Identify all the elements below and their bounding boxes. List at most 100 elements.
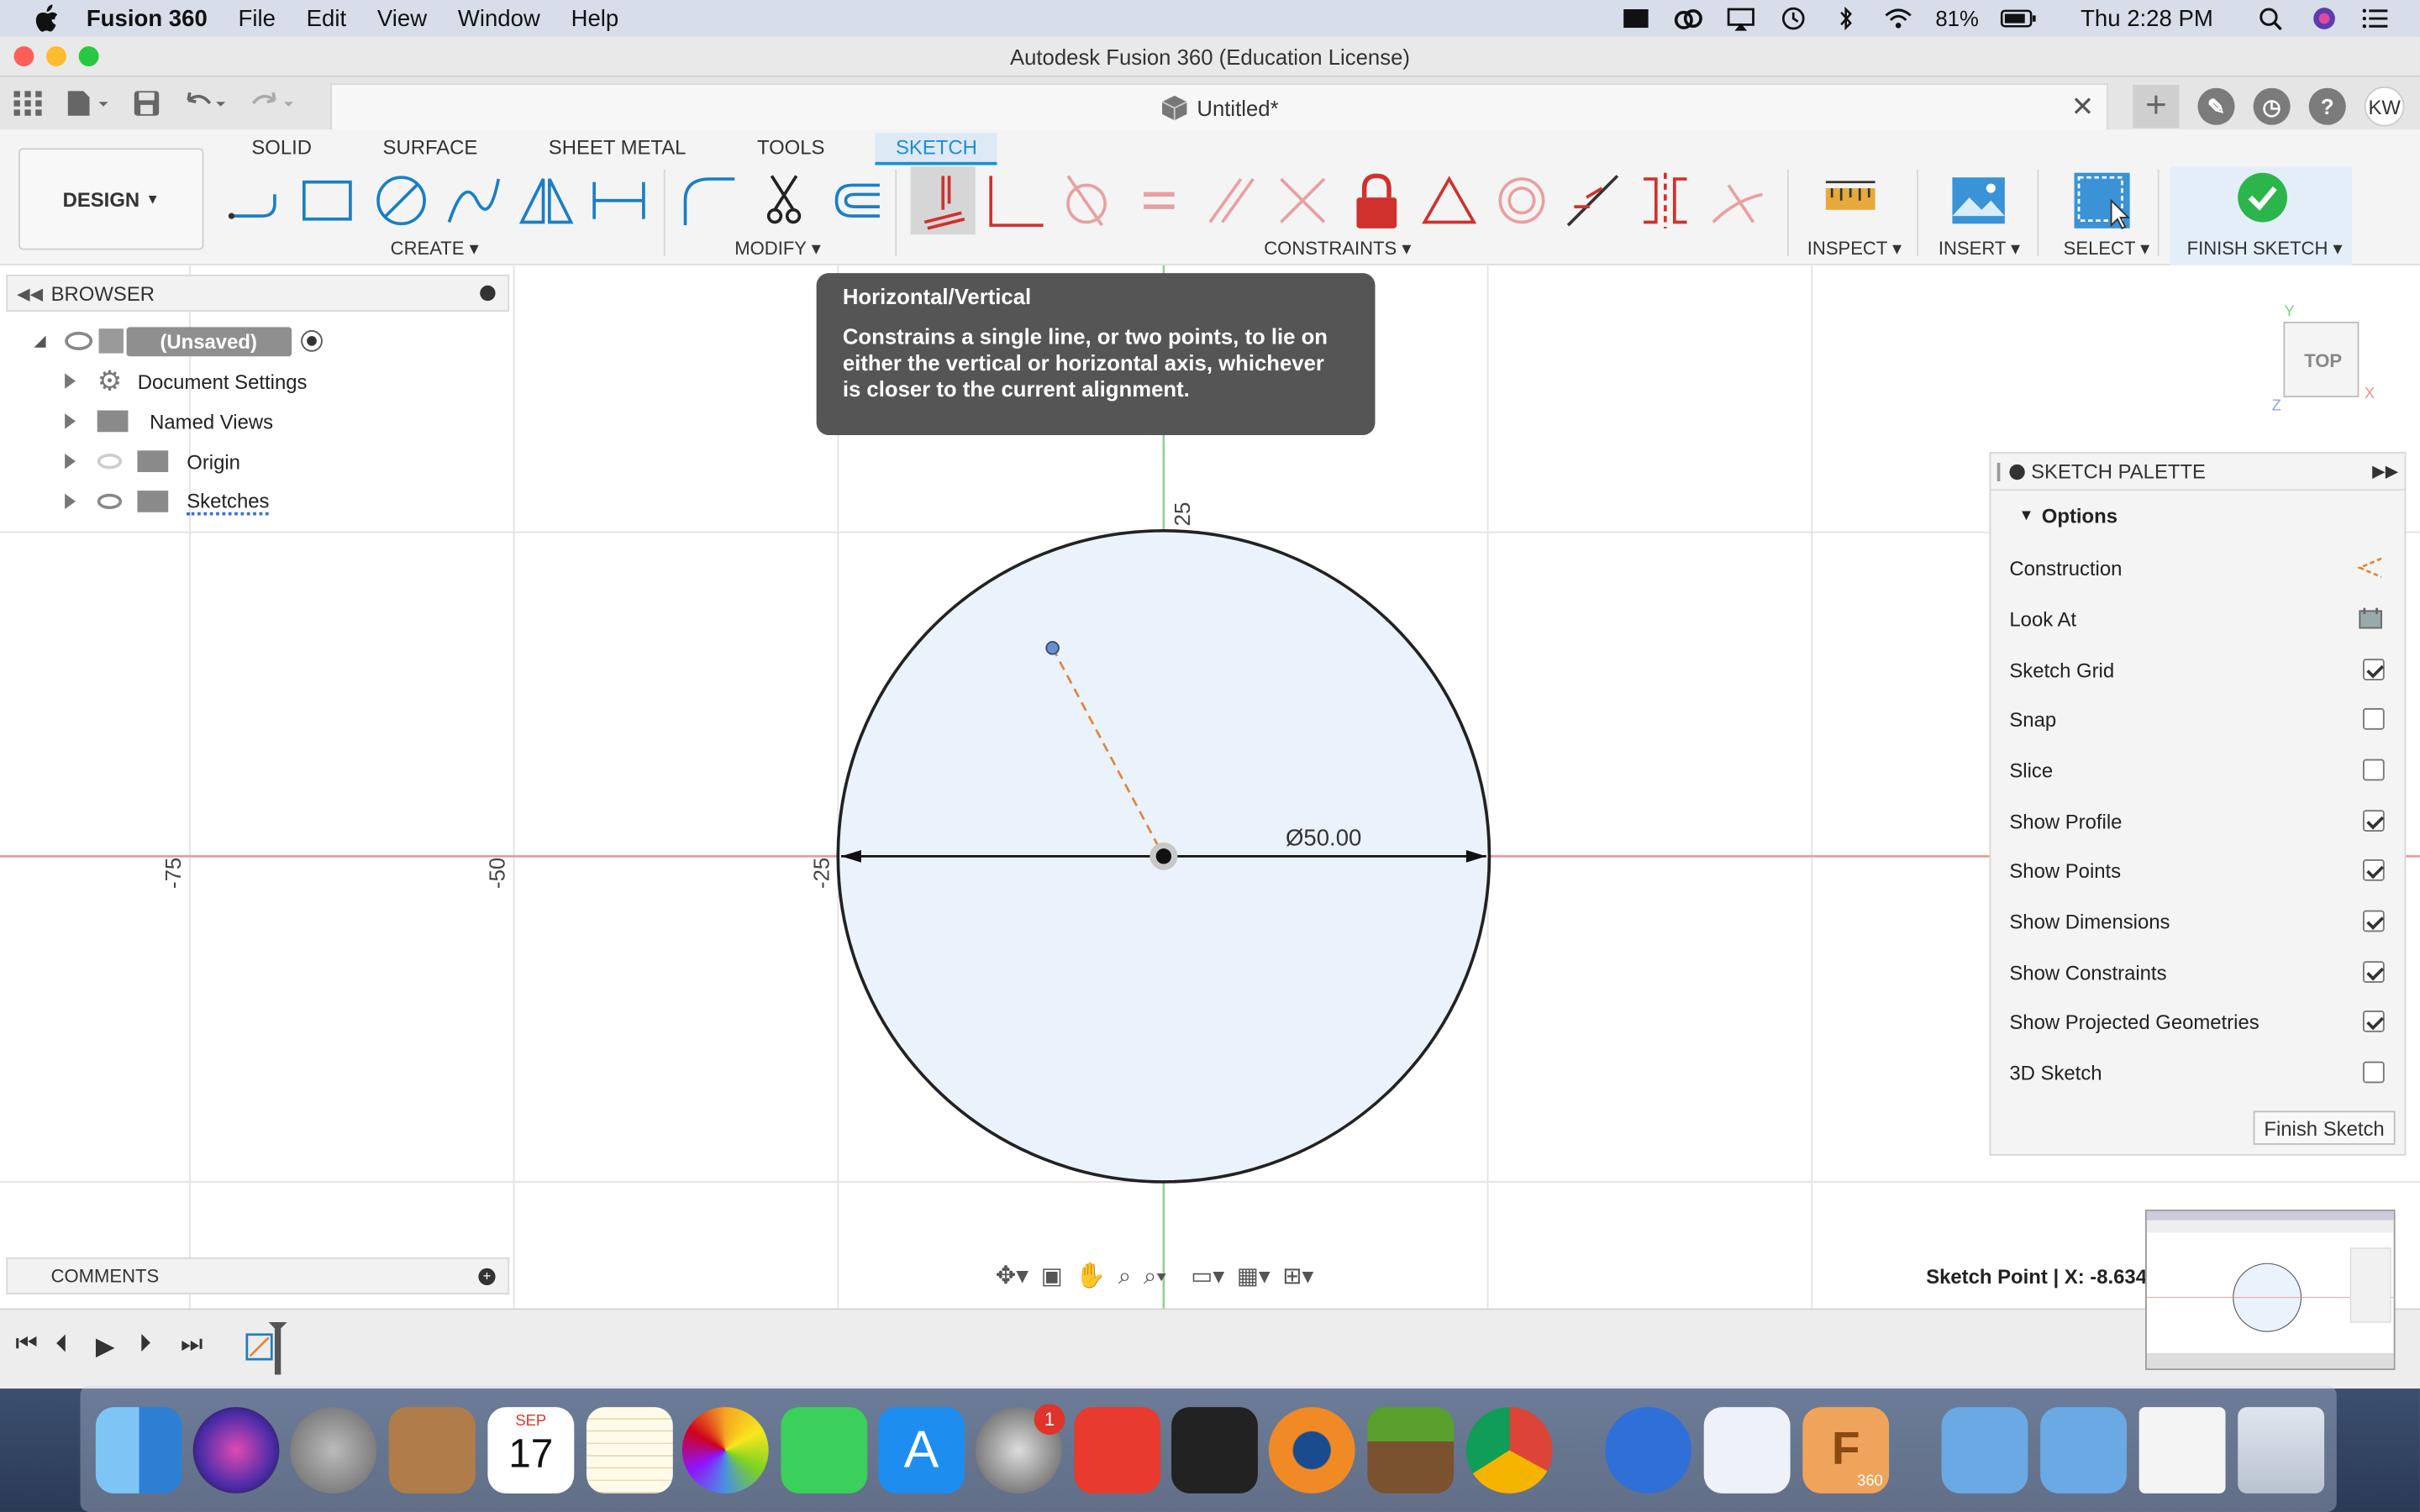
workspace-switcher-button[interactable]: DESIGN ▼ — [18, 148, 204, 250]
trim-tool-icon[interactable] — [753, 170, 814, 231]
trash-dock-icon[interactable] — [2238, 1407, 2325, 1494]
apple-icon[interactable] — [34, 4, 58, 33]
sketch-dimension-icon[interactable] — [588, 170, 650, 231]
battery-icon[interactable] — [2001, 6, 2038, 30]
hidden-eye-icon[interactable] — [97, 453, 123, 470]
options-section-header[interactable]: ▼ Options — [1991, 491, 2404, 528]
launchpad-dock-icon[interactable] — [290, 1407, 377, 1494]
fit-zoom-icon[interactable]: ⌕▾ — [1144, 1263, 1166, 1289]
play-icon[interactable]: ▶ — [96, 1331, 115, 1362]
job-status-icon[interactable]: ◷ — [2253, 87, 2291, 125]
menu-help[interactable]: Help — [571, 5, 619, 31]
zoom-icon[interactable]: ⌕ — [1118, 1263, 1131, 1289]
palette-row-show-points[interactable]: Show Points — [2009, 855, 2392, 886]
concentric-constraint-icon[interactable] — [1491, 170, 1552, 231]
palette-row-show-projected-geometries[interactable]: Show Projected Geometries — [2009, 1006, 2392, 1037]
symmetry-constraint-icon[interactable] — [1634, 170, 1696, 231]
browser-item-origin[interactable]: Origin — [65, 444, 240, 478]
user-avatar[interactable]: KW — [2364, 86, 2405, 127]
insert-image-icon[interactable] — [1948, 170, 2009, 231]
browser-root-item[interactable]: ◢ (Unsaved) — [34, 324, 323, 358]
creative-cloud-icon[interactable] — [1673, 6, 1704, 30]
menu-view[interactable]: View — [377, 5, 427, 31]
eye-icon[interactable] — [64, 331, 92, 350]
select-group-label[interactable]: SELECT ▾ — [2064, 238, 2150, 260]
redo-icon[interactable] — [250, 90, 297, 118]
sketch-grid-checkbox[interactable] — [2362, 659, 2385, 680]
extensions-icon[interactable]: ✎ — [2197, 87, 2235, 125]
downloads-folder-dock-icon[interactable] — [1941, 1407, 2028, 1494]
menu-edit[interactable]: Edit — [307, 5, 346, 31]
fix-constraint-lock-icon[interactable] — [1346, 170, 1407, 231]
select-window-icon[interactable] — [2071, 170, 2133, 231]
file-menu-icon[interactable] — [65, 90, 111, 118]
new-tab-button[interactable]: + — [2133, 85, 2180, 129]
fillet-tool-icon[interactable] — [679, 170, 740, 231]
wifi-icon[interactable] — [1883, 6, 1914, 30]
tab-surface[interactable]: SURFACE — [363, 133, 498, 165]
palette-row-sketch-grid[interactable]: Sketch Grid — [2009, 654, 2392, 685]
notification-center-icon[interactable] — [2361, 6, 2392, 30]
go-to-end-icon[interactable]: ⏭ — [181, 1331, 203, 1359]
create-group-label[interactable]: CREATE ▾ — [391, 238, 479, 260]
palette-row-show-constraints[interactable]: Show Constraints — [2009, 957, 2392, 988]
finish-sketch-button[interactable]: Finish Sketch — [2253, 1110, 2396, 1145]
expand-arrow-icon[interactable] — [65, 493, 76, 510]
step-back-icon[interactable]: ⏴ — [55, 1331, 68, 1359]
collapse-triangle-icon[interactable]: ◢ — [34, 333, 45, 349]
activate-radio-icon[interactable] — [300, 330, 323, 352]
menu-app-name[interactable]: Fusion 360 — [87, 5, 208, 31]
offset-tool-icon[interactable] — [824, 170, 886, 231]
show-profile-checkbox[interactable] — [2362, 810, 2385, 832]
show-dimensions-checkbox[interactable] — [2362, 910, 2385, 932]
undo-icon[interactable] — [182, 90, 229, 118]
numbers-chart-dock-icon[interactable] — [1703, 1407, 1791, 1494]
insert-group-label[interactable]: INSERT ▾ — [1939, 238, 2020, 260]
zoom-window-button[interactable] — [78, 46, 99, 66]
circle-tool-icon[interactable] — [371, 170, 432, 231]
step-forward-icon[interactable]: ⏵ — [139, 1331, 151, 1359]
viewports-icon[interactable]: ⊞▾ — [1282, 1262, 1313, 1289]
notes-dock-icon[interactable] — [586, 1407, 673, 1494]
midpoint-constraint-icon[interactable] — [1418, 170, 1480, 231]
options-collapse-icon[interactable]: ▼ — [2018, 507, 2033, 524]
menu-window[interactable]: Window — [458, 5, 540, 31]
palette-expand-icon[interactable]: ▶▶ — [2372, 461, 2398, 481]
browser-panel-header[interactable]: ◀◀ BROWSER — [6, 274, 510, 312]
sketch-palette-header[interactable]: SKETCH PALETTE ▶▶ — [1991, 454, 2405, 491]
tab-solid[interactable]: SOLID — [232, 133, 332, 165]
look-at-nav-icon[interactable]: ▣ — [1041, 1262, 1063, 1289]
look-at-icon[interactable] — [2357, 606, 2385, 631]
add-comment-icon[interactable]: + — [478, 1267, 496, 1285]
tangent-constraint-icon[interactable] — [1055, 170, 1117, 231]
screenshot-stack-dock-icon[interactable] — [2139, 1407, 2226, 1494]
window-preview-thumbnail[interactable] — [2145, 1209, 2396, 1370]
show-constraints-checkbox[interactable] — [2362, 961, 2385, 983]
notes-status-icon[interactable] — [1621, 6, 1652, 30]
browser-minus-icon[interactable] — [480, 285, 496, 302]
collapse-browser-icon[interactable]: ◀◀ — [17, 283, 43, 303]
airplay-icon[interactable] — [1726, 6, 1757, 31]
siri-dock-icon[interactable] — [192, 1407, 280, 1494]
browser-item-sketches[interactable]: Sketches — [65, 485, 270, 518]
go-to-start-icon[interactable]: ⏮ — [15, 1331, 37, 1359]
palette-row-construction[interactable]: Construction — [2009, 553, 2392, 584]
spline-tool-icon[interactable] — [443, 170, 504, 231]
modify-group-label[interactable]: MODIFY ▾ — [734, 238, 821, 260]
palette-row-3d-sketch[interactable]: 3D Sketch — [2009, 1057, 2392, 1088]
show-projected-geometries-checkbox[interactable] — [2362, 1011, 2385, 1032]
siri-icon[interactable] — [2309, 6, 2340, 30]
save-icon[interactable] — [133, 90, 160, 118]
rectangle-tool-icon[interactable] — [297, 170, 359, 231]
creative-cloud-dock-icon[interactable] — [1074, 1407, 1161, 1494]
menubar-clock[interactable]: Thu 2:28 PM — [2081, 5, 2213, 31]
slice-checkbox[interactable] — [2362, 759, 2385, 781]
show-points-checkbox[interactable] — [2362, 859, 2385, 881]
minecraft-dock-icon[interactable] — [1367, 1407, 1455, 1494]
expand-arrow-icon[interactable] — [65, 373, 76, 389]
palette-minus-icon[interactable] — [2009, 464, 2025, 480]
expand-arrow-icon[interactable] — [65, 413, 76, 429]
menu-file[interactable]: File — [239, 5, 276, 31]
palette-grip-icon[interactable] — [1996, 463, 2001, 482]
app-store-dock-icon[interactable]: A — [878, 1407, 965, 1494]
